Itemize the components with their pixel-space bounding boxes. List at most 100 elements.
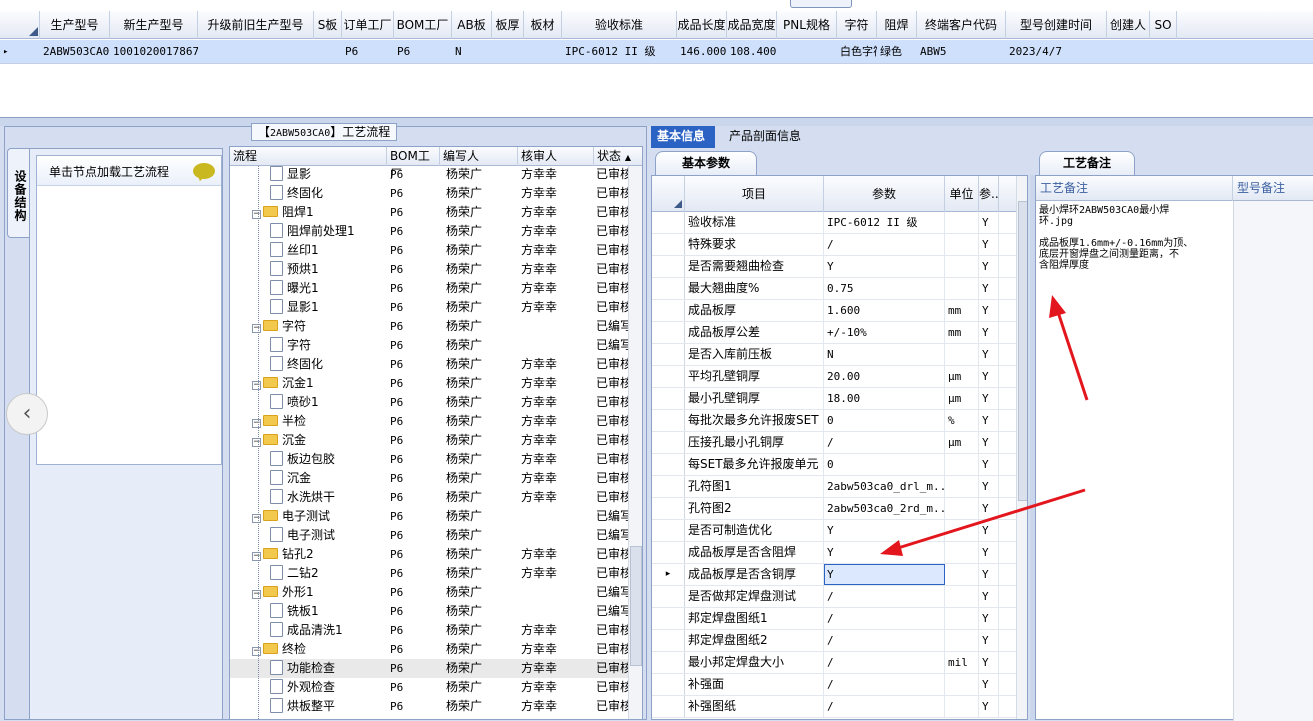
tree-node[interactable]: 阻焊前处理1 <box>270 222 387 241</box>
tree-row[interactable]: 曝光1 P6 杨荣广 方幸幸 已审核 <box>230 279 628 298</box>
collapse-icon[interactable]: − <box>252 419 261 428</box>
tree-node[interactable]: − 沉金1 <box>252 374 387 393</box>
top-col-16[interactable]: 型号创建时间 <box>1006 11 1107 39</box>
tree-row[interactable]: − 外形1 P6 杨荣广 已编写 <box>230 583 628 602</box>
tree-node[interactable]: − 电子测试 <box>252 507 387 526</box>
horizontal-splitter[interactable] <box>0 118 1313 126</box>
top-cell-0[interactable]: 2ABW503CA0 <box>40 40 110 64</box>
top-col-3[interactable]: S板 <box>314 11 342 39</box>
col-unit[interactable]: 单位 <box>945 176 979 212</box>
top-col-7[interactable]: 板厚 <box>492 11 524 39</box>
tree-row[interactable]: 外观检查 P6 杨荣广 方幸幸 已审核 <box>230 678 628 697</box>
collapse-icon[interactable]: − <box>252 438 261 447</box>
param-value[interactable]: +/-10% <box>824 322 945 343</box>
top-cell-15[interactable]: ABW5 <box>917 40 1006 64</box>
tree-node[interactable]: 功能检查 <box>270 659 387 678</box>
collapse-icon[interactable]: − <box>252 514 261 523</box>
top-col-6[interactable]: AB板 <box>452 11 492 39</box>
note-title[interactable]: 工艺备注 <box>1039 151 1135 175</box>
collapse-icon[interactable]: − <box>252 324 261 333</box>
top-cell-17[interactable] <box>1107 40 1150 64</box>
param-value[interactable]: / <box>824 630 945 651</box>
tree-row[interactable]: 终固化 P6 杨荣广 方幸幸 已审核 <box>230 184 628 203</box>
top-col-18[interactable]: SO <box>1150 11 1177 39</box>
top-col-13[interactable]: 字符 <box>837 11 877 39</box>
top-col-1[interactable]: 新生产型号 <box>110 11 198 39</box>
param-row[interactable]: 成品板厚 1.600 mm Y <box>652 300 1016 322</box>
param-row[interactable]: 补强面 / Y <box>652 674 1016 696</box>
param-value[interactable]: Y <box>824 542 945 563</box>
param-value[interactable]: / <box>824 652 945 673</box>
tree-node[interactable]: 字符 <box>270 336 387 355</box>
top-cell-7[interactable] <box>492 40 524 64</box>
tree-scroll-thumb[interactable] <box>630 546 642 666</box>
param-row[interactable]: 压接孔最小孔铜厚 / μm Y <box>652 432 1016 454</box>
top-cell-11[interactable]: 108.400 <box>727 40 777 64</box>
param-value[interactable]: 18.00 <box>824 388 945 409</box>
tree-node[interactable]: − 阻焊1 <box>252 203 387 222</box>
col-reviewer[interactable]: 核审人 <box>518 147 594 166</box>
top-col-0[interactable]: 生产型号 <box>40 11 110 39</box>
param-row[interactable]: 最小孔壁铜厚 18.00 μm Y <box>652 388 1016 410</box>
process-note-text[interactable]: 最小焊环2ABW503CA0最小焊 环.jpg 成品板厚1.6mm+/-0.16… <box>1039 205 1224 271</box>
tree-node[interactable]: 沉金 <box>270 469 387 488</box>
param-value[interactable]: Y <box>824 256 945 277</box>
param-row[interactable]: 每批次最多允许报废SET 0% Y <box>652 410 1016 432</box>
param-value[interactable]: 0 <box>824 454 945 475</box>
tree-node[interactable]: − 字符 <box>252 317 387 336</box>
param-value[interactable]: Y <box>824 564 945 585</box>
tree-row[interactable]: 沉金 P6 杨荣广 方幸幸 已审核 <box>230 469 628 488</box>
param-row[interactable]: 孔符图2 2abw503ca0_2rd_m... Y <box>652 498 1016 520</box>
param-value[interactable]: / <box>824 696 945 717</box>
tree-node[interactable]: − 钻孔2 <box>252 545 387 564</box>
tree-row[interactable]: 显影1 P6 杨荣广 方幸幸 已审核 <box>230 298 628 317</box>
top-cell-9[interactable]: IPC-6012 II 级 <box>562 40 677 64</box>
top-cell-1[interactable]: 10010200178673 <box>110 40 198 64</box>
param-row[interactable]: 每SET最多允许报废单元 0 Y <box>652 454 1016 476</box>
tree-row[interactable]: − 钻孔2 P6 杨荣广 方幸幸 已审核 <box>230 545 628 564</box>
top-col-8[interactable]: 板材 <box>524 11 562 39</box>
tab-device-structure[interactable]: 设备结构 <box>7 148 29 238</box>
col-bom[interactable]: BOM工厂 <box>387 147 440 181</box>
tree-row[interactable]: 喷砂1 P6 杨荣广 方幸幸 已审核 <box>230 393 628 412</box>
collapse-icon[interactable]: − <box>252 552 261 561</box>
tree-scrollbar[interactable] <box>628 166 642 719</box>
product-grid-row[interactable]: ▸ 2ABW503CA0 10010200178673 P6 P6 N IPC-6012 I… <box>0 40 1313 64</box>
param-value[interactable]: 1.600 <box>824 300 945 321</box>
tree-node[interactable]: 喷砂1 <box>270 393 387 412</box>
param-row[interactable]: ▸ 成品板厚是否含铜厚 Y Y <box>652 564 1016 586</box>
top-col-11[interactable]: 成品宽度 <box>727 11 777 39</box>
top-cell-5[interactable]: P6 <box>394 40 452 64</box>
top-cell-14[interactable]: 绿色 <box>877 40 917 64</box>
param-value[interactable]: 0 <box>824 410 945 431</box>
tab-basic-info[interactable]: 基本信息 <box>651 126 715 148</box>
param-value[interactable]: 2abw503ca0_drl_m... <box>824 476 945 497</box>
collapse-icon[interactable]: − <box>252 647 261 656</box>
top-col-10[interactable]: 成品长度 <box>677 11 727 39</box>
top-cell-13[interactable]: 白色字符 <box>837 40 877 64</box>
param-row[interactable]: 邦定焊盘图纸2/ Y <box>652 630 1016 652</box>
tree-row[interactable]: − 半检 P6 杨荣广 方幸幸 已审核 <box>230 412 628 431</box>
top-cell-8[interactable] <box>524 40 562 64</box>
col-status[interactable]: 状态 ▲ <box>594 147 642 166</box>
param-value[interactable]: 0.75 <box>824 278 945 299</box>
param-row[interactable]: 孔符图1 2abw503ca0_drl_m... Y <box>652 476 1016 498</box>
tree-row[interactable]: 电子测试 P6 杨荣广 已编写 <box>230 526 628 545</box>
param-value[interactable]: 2abw503ca0_2rd_m... <box>824 498 945 519</box>
top-cell-3[interactable] <box>314 40 342 64</box>
tree-row[interactable]: − 阻焊1 P6 杨荣广 方幸幸 已审核 <box>230 203 628 222</box>
tree-row[interactable]: 阻焊前处理1 P6 杨荣广 方幸幸 已审核 <box>230 222 628 241</box>
param-row[interactable]: 成品板厚是否含阻焊 Y Y <box>652 542 1016 564</box>
chevron-left-icon[interactable]: ‹ <box>6 393 48 435</box>
col-item[interactable]: 项目 <box>685 176 824 212</box>
col-flow[interactable]: 流程 <box>230 147 387 166</box>
col-process-note[interactable]: 工艺备注 <box>1036 176 1233 201</box>
tree-row[interactable]: 丝印1 P6 杨荣广 方幸幸 已审核 <box>230 241 628 260</box>
param-row[interactable]: 补强图纸 / Y <box>652 696 1016 718</box>
param-row[interactable]: 是否入库前压板 N Y <box>652 344 1016 366</box>
tree-node[interactable]: 外观检查 <box>270 678 387 697</box>
param-row[interactable]: 成品板厚公差 +/-10% mm Y <box>652 322 1016 344</box>
tree-row[interactable]: 终固化 P6 杨荣广 方幸幸 已审核 <box>230 355 628 374</box>
collapse-icon[interactable]: − <box>252 210 261 219</box>
tree-node[interactable]: 电子测试 <box>270 526 387 545</box>
